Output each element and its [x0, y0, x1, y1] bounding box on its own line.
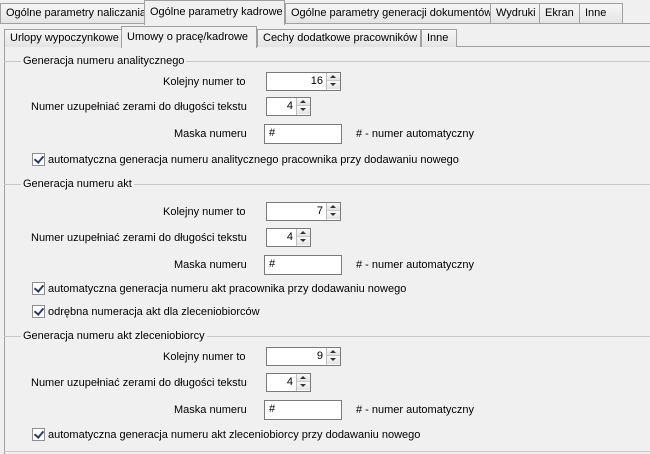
auto-contractor-number-label: automatyczna generacja numeru akt zlecen…	[48, 429, 421, 441]
tab-label: Wydruki	[496, 7, 536, 19]
auto-file-number-checkbox[interactable]	[32, 282, 45, 295]
mask-hint: # - numer automatyczny	[356, 259, 474, 271]
next-number-spinner[interactable]: 16	[266, 72, 341, 91]
spin-up-icon[interactable]	[327, 348, 340, 356]
spinner-value: 4	[286, 231, 293, 243]
auto-analytic-number-label: automatyczna generacja numeru analityczn…	[48, 154, 459, 166]
pad-length-label: Numer uzupełniać zerami do długości teks…	[31, 101, 247, 113]
auto-contractor-number-checkbox[interactable]	[32, 428, 45, 441]
tab-label: Ekran	[545, 7, 574, 19]
spinner-value: 9	[316, 350, 323, 362]
spinner-buttons	[296, 98, 310, 115]
tab-urlopy-wypoczynkowe[interactable]: Urlopy wypoczynkowe	[4, 29, 122, 47]
auto-analytic-number-checkbox[interactable]	[32, 153, 45, 166]
spinner-value: 16	[310, 75, 323, 87]
tab-ogolne-parametry-generacji-dokumentow[interactable]: Ogólne parametry generacji dokumentów	[285, 3, 493, 23]
tab-label: Ogólne parametry generacji dokumentów	[291, 7, 493, 19]
tab-label: Urlopy wypoczynkowe	[10, 32, 119, 44]
sub-tab-bar: Urlopy wypoczynkowe Umowy o pracę/kadrow…	[4, 26, 650, 48]
mask-label: Maska numeru	[174, 128, 247, 140]
tab-label: Ogólne parametry kadrowe	[150, 6, 283, 18]
spin-up-icon[interactable]	[297, 374, 310, 382]
tab-ogolne-parametry-naliczania[interactable]: Ogólne parametry naliczania	[0, 3, 147, 23]
next-number-label: Kolejny numer to	[163, 76, 246, 88]
pad-length-spinner[interactable]: 4	[266, 373, 311, 392]
mask-label: Maska numeru	[174, 404, 247, 416]
spinner-buttons	[326, 203, 340, 220]
group-title: Generacja numeru akt	[21, 178, 134, 190]
spinner-buttons	[296, 374, 310, 391]
group-title: Generacja numeru akt zleceniobiorcy	[21, 330, 207, 342]
mask-hint: # - numer automatyczny	[356, 128, 474, 140]
spin-down-icon[interactable]	[297, 106, 310, 114]
next-number-spinner[interactable]: 9	[266, 347, 341, 366]
pad-length-label: Numer uzupełniać zerami do długości teks…	[31, 377, 247, 389]
spin-down-icon[interactable]	[327, 211, 340, 219]
spinner-value: 4	[286, 100, 293, 112]
bottom-border	[4, 451, 650, 452]
spinner-value: 4	[286, 376, 293, 388]
next-number-spinner[interactable]: 7	[266, 202, 341, 221]
spinner-buttons	[326, 73, 340, 90]
group-title: Generacja numeru analitycznego	[21, 55, 187, 67]
tab-cechy-dodatkowe-pracownikow[interactable]: Cechy dodatkowe pracowników	[257, 29, 421, 47]
spinner-buttons	[326, 348, 340, 365]
tab-ekran[interactable]: Ekran	[539, 3, 580, 23]
auto-file-number-label: automatyczna generacja numeru akt pracow…	[48, 283, 407, 295]
pad-length-label: Numer uzupełniać zerami do długości teks…	[31, 232, 247, 244]
separate-numbering-checkbox[interactable]	[32, 305, 45, 318]
separate-numbering-label: odrębna numeracja akt dla zleceniobiorcó…	[48, 306, 260, 318]
tab-label: Inne	[585, 7, 607, 19]
spinner-buttons	[296, 229, 310, 246]
mask-label: Maska numeru	[174, 259, 247, 271]
tab-inne-top[interactable]: Inne	[579, 3, 623, 23]
tab-inne-sub[interactable]: Inne	[421, 29, 457, 47]
spin-up-icon[interactable]	[327, 73, 340, 81]
spin-up-icon[interactable]	[327, 203, 340, 211]
tab-umowy-o-prace-kadrowe[interactable]: Umowy o pracę/kadrowe	[121, 26, 257, 48]
mask-input[interactable]: #	[264, 255, 342, 275]
mask-input[interactable]: #	[264, 400, 342, 420]
next-number-label: Kolejny numer to	[163, 206, 246, 218]
spin-down-icon[interactable]	[297, 237, 310, 245]
spin-down-icon[interactable]	[327, 81, 340, 89]
spin-up-icon[interactable]	[297, 229, 310, 237]
top-tab-bar: Ogólne parametry naliczania Ogólne param…	[0, 0, 650, 25]
tab-label: Inne	[427, 32, 449, 44]
next-number-label: Kolejny numer to	[163, 351, 246, 363]
tab-ogolne-parametry-kadrowe[interactable]: Ogólne parametry kadrowe	[144, 0, 285, 25]
mask-input[interactable]: #	[264, 124, 342, 144]
tab-label: Cechy dodatkowe pracowników	[263, 32, 418, 44]
pad-length-spinner[interactable]: 4	[266, 228, 311, 247]
tab-label: Ogólne parametry naliczania	[6, 7, 147, 19]
spinner-value: 7	[316, 205, 323, 217]
spin-up-icon[interactable]	[297, 98, 310, 106]
spin-down-icon[interactable]	[297, 382, 310, 390]
pad-length-spinner[interactable]: 4	[266, 97, 311, 116]
mask-hint: # - numer automatyczny	[356, 404, 474, 416]
tab-wydruki[interactable]: Wydruki	[490, 3, 540, 23]
tab-label: Umowy o pracę/kadrowe	[127, 31, 249, 43]
spin-down-icon[interactable]	[327, 356, 340, 364]
